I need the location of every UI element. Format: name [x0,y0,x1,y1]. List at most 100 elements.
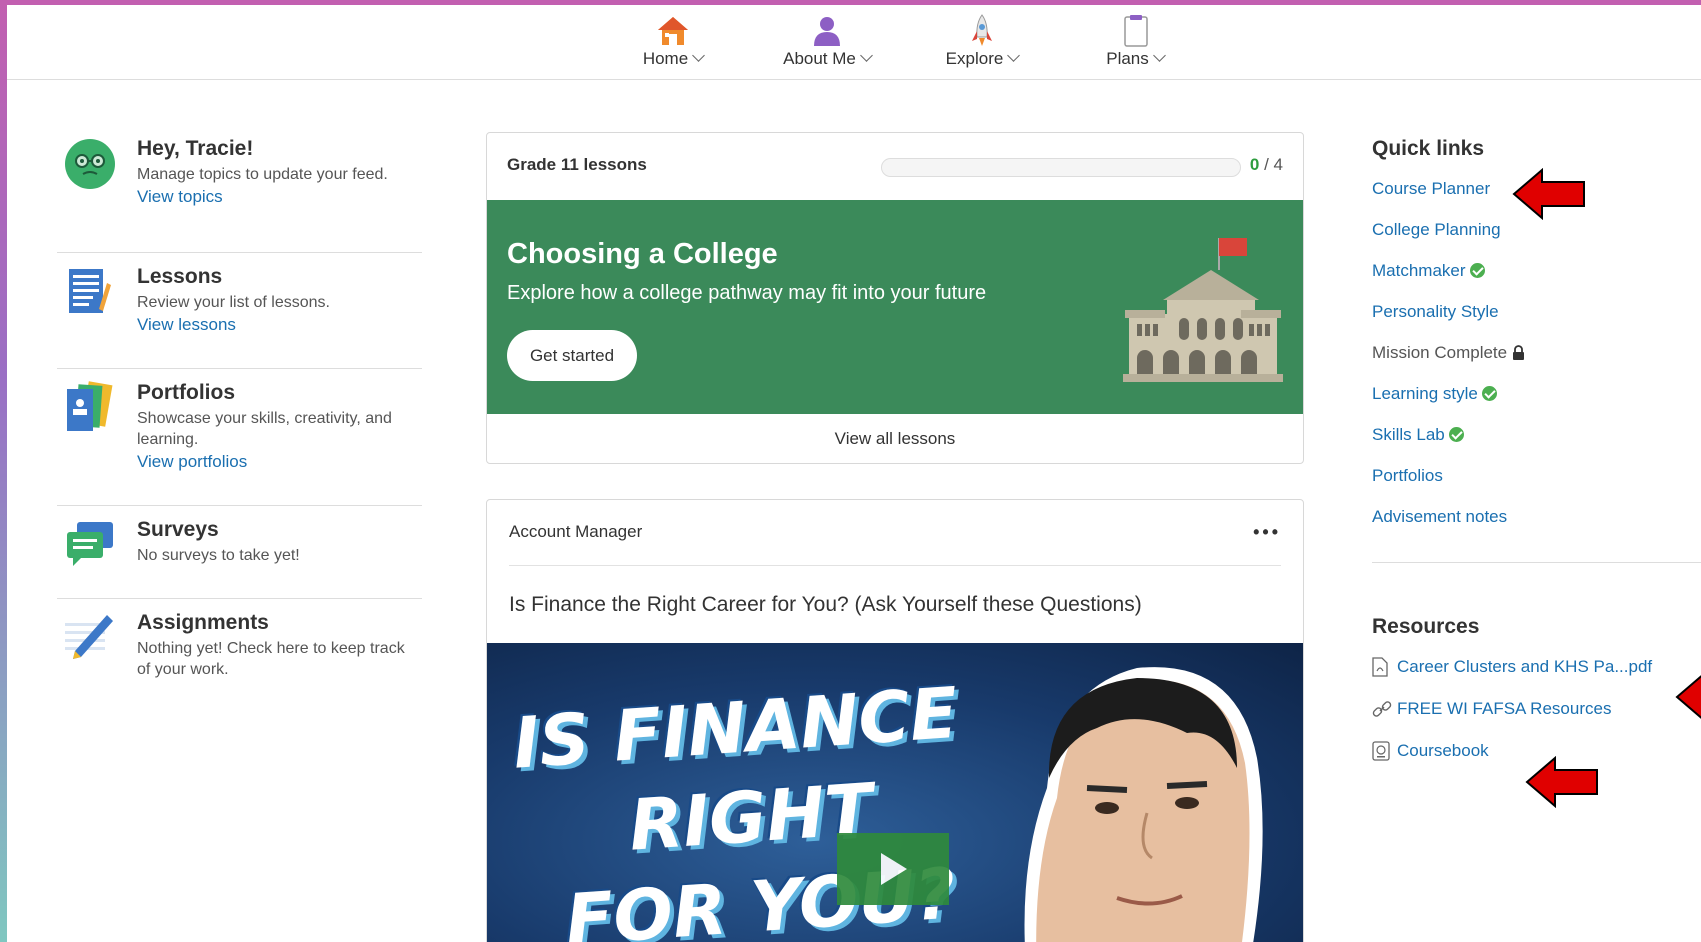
link-icon [1372,701,1392,717]
view-topics-link[interactable]: View topics [137,187,223,207]
quick-link-skills-lab[interactable]: Skills Lab [1372,425,1701,466]
progress-count: 0 / 4 [1250,155,1283,175]
banner-title: Choosing a College [507,238,778,270]
get-started-button[interactable]: Get started [507,330,637,381]
lessons-card-title: Grade 11 lessons [507,155,647,174]
greeting-desc: Manage topics to update your feed. [137,166,388,183]
divider [509,565,1281,566]
progress-done: 0 [1249,155,1260,174]
chevron-down-icon [860,49,873,62]
quick-link-personality-style[interactable]: Personality Style [1372,302,1701,343]
right-sidebar: Quick links Course Planner College Plann… [1372,125,1701,783]
annotation-arrow-icon [1525,756,1598,808]
portfolio-icon [67,381,113,431]
greeting-title: Hey, Tracie! [137,137,254,160]
lessons-progress-bar [881,158,1241,177]
lessons-card: Grade 11 lessons 0 / 4 Choosing a Colleg… [486,132,1304,464]
post-title[interactable]: Is Finance the Right Career for You? (As… [509,593,1142,617]
lessons-desc: Review your list of lessons. [137,294,330,311]
nav-explore[interactable]: Explore [922,13,1042,69]
play-icon [881,853,907,885]
chevron-down-icon [1152,49,1166,62]
top-nav: Home About Me Explore Plans [7,5,1701,80]
quick-link-label: Learning style [1372,384,1478,403]
chevron-down-icon [692,49,706,62]
book-icon [1372,741,1390,761]
assignments-section: Assignments Nothing yet! Check here to k… [57,599,422,698]
check-circle-icon [1469,263,1485,278]
quick-link-label: Portfolios [1372,466,1443,485]
quick-link-matchmaker[interactable]: Matchmaker [1372,261,1701,302]
quick-link-mission-complete[interactable]: Mission Complete [1372,343,1701,384]
left-sidebar: Hey, Tracie! Manage topics to update you… [57,125,422,698]
lock-icon [1513,345,1525,360]
portfolios-section: Portfolios Showcase your skills, creativ… [57,369,422,506]
nav-plans-label: Plans [1106,49,1149,68]
lessons-title: Lessons [137,265,223,288]
post-author: Account Manager [509,522,643,541]
annotation-arrow-icon [1512,168,1585,220]
assignments-title: Assignments [137,611,269,634]
greeting-section: Hey, Tracie! Manage topics to update you… [57,125,422,253]
assignments-desc: Nothing yet! Check here to keep track of… [137,640,405,678]
quick-link-label: Matchmaker [1372,261,1466,280]
pdf-icon [1372,657,1388,677]
presenter-image [1024,667,1263,942]
check-circle-icon [1448,427,1464,442]
quick-link-label: Skills Lab [1372,425,1445,444]
quick-link-label: Advisement notes [1372,507,1508,526]
check-circle-icon [1481,386,1497,401]
quick-link-label: College Planning [1372,220,1501,239]
surveys-title: Surveys [137,518,219,541]
resources-heading: Resources [1372,615,1480,638]
resource-label: FREE WI FAFSA Resources [1397,699,1612,718]
nav-explore-label: Explore [945,49,1004,68]
lessons-icon [69,269,111,313]
more-options-button[interactable]: ••• [1253,522,1281,543]
resource-fafsa[interactable]: FREE WI FAFSA Resources [1372,699,1701,741]
person-icon [814,17,840,46]
house-icon [658,17,688,45]
app-frame: Home About Me Explore Plans Hey, Tracie!… [7,5,1701,942]
quick-link-college-planning[interactable]: College Planning [1372,220,1701,261]
quick-links-heading: Quick links [1372,137,1485,160]
annotation-arrow-icon [1675,675,1701,719]
video-thumbnail[interactable]: IS FINANCE RIGHT FOR YOU? [487,643,1303,942]
college-building-icon [1123,238,1283,382]
avatar-icon [65,139,115,189]
clipboard-icon [1124,15,1148,47]
surveys-section: Surveys No surveys to take yet! [57,506,422,599]
resource-label: Career Clusters and KHS Pa...pdf [1397,657,1653,676]
chat-bubble-icon [67,522,113,566]
post-card: Account Manager ••• Is Finance the Right… [486,499,1304,942]
lesson-banner[interactable]: Choosing a College Explore how a college… [487,200,1303,414]
portfolios-desc: Showcase your skills, creativity, and le… [137,410,392,448]
pencil-icon [65,615,113,659]
quick-link-label: Course Planner [1372,179,1491,198]
quick-link-learning-style[interactable]: Learning style [1372,384,1701,425]
divider [1372,562,1701,563]
quick-link-label: Personality Style [1372,302,1499,321]
nav-home[interactable]: Home [613,13,733,69]
quick-link-portfolios[interactable]: Portfolios [1372,466,1701,507]
quick-link-advisement-notes[interactable]: Advisement notes [1372,507,1701,548]
view-portfolios-link[interactable]: View portfolios [137,452,247,472]
nav-about-me[interactable]: About Me [767,13,887,69]
resource-label: Coursebook [1397,741,1489,760]
nav-about-label: About Me [783,49,856,68]
chevron-down-icon [1007,49,1021,62]
lessons-card-header: Grade 11 lessons 0 / 4 [487,133,1303,200]
nav-plans[interactable]: Plans [1075,13,1195,69]
nav-home-label: Home [642,49,689,68]
view-all-lessons-link[interactable]: View all lessons [487,414,1303,463]
view-lessons-link[interactable]: View lessons [137,315,236,335]
resource-career-clusters[interactable]: Career Clusters and KHS Pa...pdf [1372,657,1701,699]
surveys-desc: No surveys to take yet! [137,547,300,564]
portfolios-title: Portfolios [137,381,235,404]
play-button[interactable] [837,833,949,905]
banner-subtitle: Explore how a college pathway may fit in… [507,282,987,304]
rocket-icon [972,14,992,46]
lessons-section: Lessons Review your list of lessons. Vie… [57,253,422,369]
progress-total: / 4 [1259,155,1283,174]
quick-link-label: Mission Complete [1372,343,1508,362]
